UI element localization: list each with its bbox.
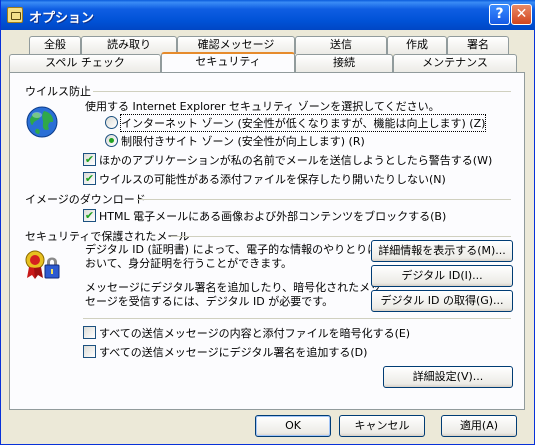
virus-protection-heading: ウイルス防止 <box>25 85 91 98</box>
tab-connection[interactable]: 接続 <box>295 54 393 72</box>
check-block-images-label[interactable]: HTML 電子メールにある画像および外部コンテンツをブロックする(B) <box>99 208 446 224</box>
zone-prompt: 使用する Internet Explorer セキュリティ ゾーンを選択してくだ… <box>85 100 440 113</box>
options-window-icon <box>7 7 23 23</box>
help-button[interactable]: ? <box>489 4 510 25</box>
check-sign-all[interactable] <box>83 345 96 358</box>
check-block-images[interactable]: ✔ <box>83 209 96 222</box>
check-warn-send-label[interactable]: ほかのアプリケーションが私の名前でメールを送信しようとしたら警告する(W) <box>99 152 492 168</box>
check-warn-send[interactable]: ✔ <box>83 153 96 166</box>
radio-restricted-zone-label[interactable]: 制限付きサイト ゾーン (安全性が向上します) (R) <box>121 133 365 149</box>
digital-sign-desc-line2: セージを受信するには、デジタル ID が必要です。 <box>85 295 334 308</box>
tab-maintenance[interactable]: メンテナンス <box>393 54 517 72</box>
ok-button[interactable]: OK <box>255 415 331 437</box>
check-block-attachments-label[interactable]: ウイルスの可能性がある添付ファイルを保存したり開いたりしない(N) <box>99 171 446 187</box>
tab-compose[interactable]: 作成 <box>387 36 447 54</box>
close-button[interactable]: ✕ <box>511 4 532 25</box>
digital-id-button[interactable]: デジタル ID(I)... <box>371 265 513 287</box>
secure-divider <box>171 236 511 237</box>
tab-spelling[interactable]: スペル チェック <box>9 54 161 72</box>
check-encrypt-all[interactable] <box>83 326 96 339</box>
tab-security[interactable]: セキュリティ <box>161 52 295 72</box>
window-title: オプション <box>29 11 95 26</box>
globe-icon <box>26 106 58 138</box>
tab-signatures[interactable]: 署名 <box>447 36 509 54</box>
title-bar[interactable]: オプション ? ✕ <box>1 0 535 30</box>
radio-internet-zone[interactable] <box>105 116 118 129</box>
options-dialog: オプション ? ✕ 全般 読み取り 確認メッセージ 送信 作成 署名 スペル チ… <box>0 0 535 445</box>
apply-button[interactable]: 適用(A) <box>441 415 517 437</box>
get-digital-id-button[interactable]: デジタル ID の取得(G)... <box>371 290 513 312</box>
cancel-button[interactable]: キャンセル <box>339 415 425 437</box>
image-divider <box>137 199 511 200</box>
secure-options-divider <box>83 318 511 319</box>
advanced-settings-button[interactable]: 詳細設定(V)... <box>383 366 513 388</box>
virus-divider <box>93 91 511 92</box>
check-encrypt-all-label[interactable]: すべての送信メッセージの内容と添付ファイルを暗号化する(E) <box>99 325 410 341</box>
check-block-attachments[interactable]: ✔ <box>83 172 96 185</box>
tab-send[interactable]: 送信 <box>295 36 387 54</box>
digital-id-desc-line2: おいて、身分証明を行うことができます。 <box>85 257 293 270</box>
check-sign-all-label[interactable]: すべての送信メッセージにデジタル署名を追加する(D) <box>99 344 367 360</box>
view-details-button[interactable]: 詳細情報を表示する(M)... <box>371 240 513 262</box>
certificate-lock-icon <box>25 250 60 279</box>
radio-restricted-zone[interactable] <box>105 134 118 147</box>
image-download-heading: イメージのダウンロード <box>25 193 146 206</box>
radio-internet-zone-label[interactable]: インターネット ゾーン (安全性が低くなりますが、機能は向上します) (Z) <box>119 114 487 132</box>
tab-general[interactable]: 全般 <box>29 36 81 54</box>
